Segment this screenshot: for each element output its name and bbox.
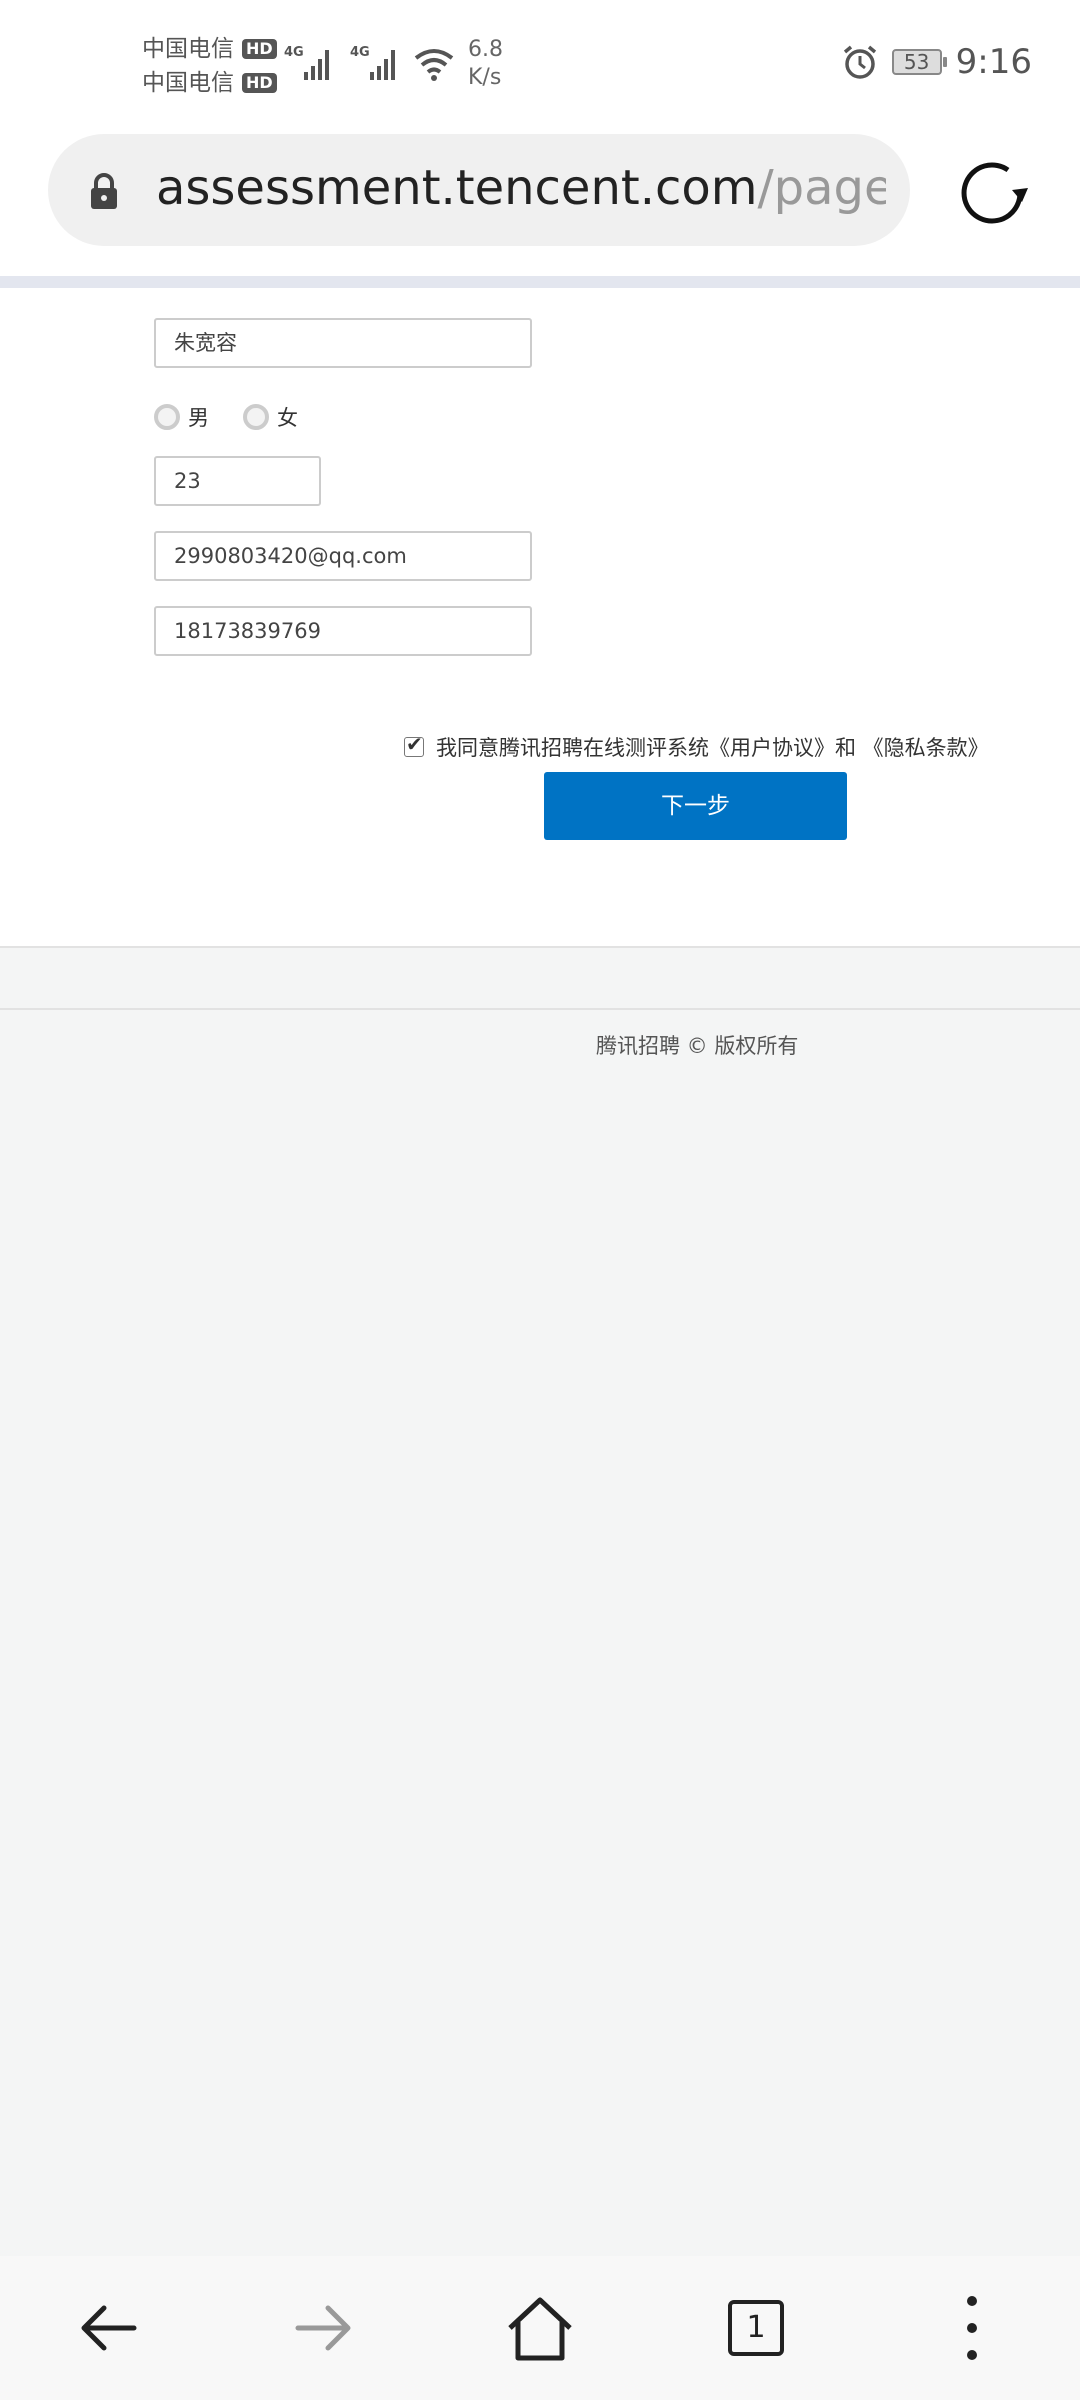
status-bar: 中国电信 HD 中国电信 HD 4G 4G 6.8 K/s 53 9:16 <box>0 0 1080 130</box>
home-button[interactable] <box>480 2256 600 2400</box>
tabs-button[interactable]: 1 <box>696 2256 816 2400</box>
gender-female-radio[interactable] <box>243 404 269 430</box>
gender-male-label: 男 <box>188 406 209 430</box>
agreement-row: ✔ 我同意腾讯招聘在线测评系统《用户协议》和 《隐私条款》 <box>404 732 989 762</box>
url-path: /pages/p <box>757 160 886 216</box>
speed-unit: K/s <box>468 65 502 90</box>
gender-radio-group: 男 女 <box>154 402 332 432</box>
home-icon <box>508 2297 572 2361</box>
carrier-name-1: 中国电信 <box>142 36 234 62</box>
agreement-checkbox[interactable]: ✔ <box>404 732 424 757</box>
footer-divider-top <box>0 946 1080 948</box>
gender-male-radio[interactable] <box>154 404 180 430</box>
network-type-2: 4G <box>350 45 370 60</box>
name-input[interactable]: 朱宽容 <box>154 318 532 368</box>
clock: 9:16 <box>955 42 1032 82</box>
back-button[interactable] <box>48 2256 168 2400</box>
copyright-text: 腾讯招聘 © 版权所有 <box>596 1034 799 1058</box>
wifi-icon <box>414 49 454 81</box>
form-page: 朱宽容 男 女 23 2990803420@qq.com 18173839769… <box>0 288 1080 946</box>
alarm-icon <box>843 45 876 79</box>
signal-icon-1: 4G <box>284 45 329 80</box>
signal-icon-2: 4G <box>350 45 395 80</box>
address-bar[interactable]: assessment.tencent.com/pages/p <box>48 134 910 246</box>
carrier-name-2: 中国电信 <box>142 70 234 96</box>
email-input[interactable]: 2990803420@qq.com <box>154 531 532 581</box>
carrier-info: 中国电信 HD 中国电信 HD <box>142 32 277 100</box>
status-right: 53 9:16 <box>842 42 1032 82</box>
browser-bottom-nav: 1 <box>0 2256 1080 2400</box>
age-input[interactable]: 23 <box>154 456 321 506</box>
phone-input[interactable]: 18173839769 <box>154 606 532 656</box>
network-speed: 6.8 K/s <box>468 36 503 92</box>
url-host: assessment.tencent.com <box>156 160 758 216</box>
hd-badge-2: HD <box>242 73 277 93</box>
lock-icon <box>91 173 117 209</box>
menu-button[interactable] <box>912 2256 1032 2400</box>
hd-badge-1: HD <box>242 39 277 59</box>
page-load-progress <box>0 276 1080 288</box>
browser-toolbar: assessment.tencent.com/pages/p <box>0 130 1080 276</box>
footer-divider-bottom <box>0 1008 1080 1010</box>
gender-female-label: 女 <box>277 406 298 430</box>
tab-count: 1 <box>728 2300 784 2356</box>
speed-value: 6.8 <box>468 37 503 62</box>
url-text[interactable]: assessment.tencent.com/pages/p <box>156 160 886 216</box>
more-vertical-icon <box>967 2296 977 2360</box>
back-arrow-icon <box>81 2305 137 2351</box>
forward-button[interactable] <box>264 2256 384 2400</box>
next-step-button[interactable]: 下一步 <box>544 772 847 840</box>
reload-icon[interactable] <box>958 156 1034 232</box>
checkmark-icon: ✔ <box>406 732 423 756</box>
forward-arrow-icon <box>295 2305 351 2351</box>
agreement-text[interactable]: 我同意腾讯招聘在线测评系统《用户协议》和 《隐私条款》 <box>436 732 989 762</box>
network-type-1: 4G <box>284 45 304 60</box>
battery-icon: 53 <box>891 49 947 75</box>
